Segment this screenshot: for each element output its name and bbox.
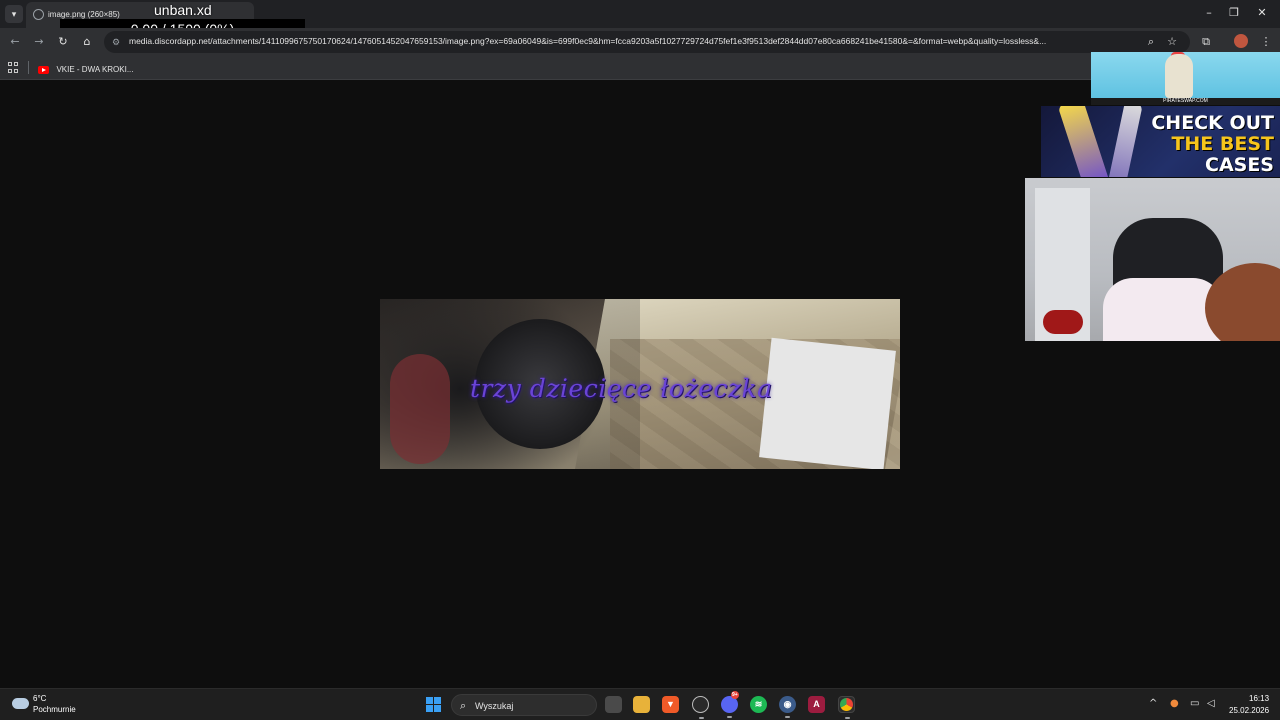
- taskbar: 6°C Pochmurnie ⌕ Wyszukaj ▼ 9+ ≋ ◉ A ^ ●…: [0, 688, 1280, 720]
- image-white-card: [759, 337, 896, 469]
- network-icon[interactable]: ▭: [1190, 698, 1199, 709]
- obs-icon[interactable]: ◉: [779, 696, 796, 718]
- clock-time[interactable]: 16:13: [1249, 694, 1269, 703]
- apps-grid-icon[interactable]: [8, 62, 19, 73]
- banner-line-3: CASES: [1205, 154, 1274, 176]
- webcam-microphone: [1043, 310, 1083, 334]
- bookmark-star-icon[interactable]: ☆: [1164, 34, 1180, 50]
- spotify-icon[interactable]: ≋: [750, 696, 767, 713]
- search-placeholder: Wyszukaj: [475, 701, 514, 711]
- ad-footer-text: PIRATESWAP.COM: [1091, 98, 1280, 105]
- clock-date[interactable]: 25.02.2026: [1229, 706, 1269, 715]
- bookmark-label: VKIE - DWA KROKI...: [56, 65, 134, 75]
- minimize-button[interactable]: –: [1197, 4, 1221, 22]
- browser-toolbar: ← → ↻ ⌂ ⚙ media.discordapp.net/attachmen…: [0, 28, 1280, 56]
- address-url: media.discordapp.net/attachments/1411099…: [129, 36, 1047, 46]
- stream-overlay-title: unban.xd: [154, 2, 212, 18]
- steam-icon[interactable]: [692, 696, 709, 719]
- tab-title: image.png (260×85): [48, 10, 120, 19]
- home-button[interactable]: ⌂: [78, 33, 96, 51]
- knife-graphic-2: [1107, 106, 1143, 177]
- globe-icon: [33, 9, 44, 20]
- bookmark-item[interactable]: VKIE - DWA KROKI...: [38, 61, 134, 75]
- knife-graphic: [1057, 106, 1111, 177]
- site-info-icon[interactable]: ⚙: [110, 36, 122, 48]
- cloud-icon[interactable]: [12, 698, 29, 709]
- discord-badge: 9+: [731, 691, 739, 699]
- menu-icon[interactable]: ⋮: [1258, 34, 1274, 50]
- reload-button[interactable]: ↻: [54, 33, 72, 51]
- extensions-icon[interactable]: ⧉: [1198, 34, 1214, 50]
- maximize-button[interactable]: ❐: [1222, 4, 1246, 22]
- search-icon: ⌕: [460, 699, 467, 712]
- tray-chevron-icon[interactable]: ^: [1149, 698, 1157, 709]
- microphone-icon[interactable]: ●: [1170, 698, 1179, 709]
- task-view-icon[interactable]: [605, 696, 622, 713]
- brave-icon[interactable]: ▼: [662, 696, 679, 713]
- pirateswap-ad: PIRATESWAP.COM: [1091, 52, 1280, 105]
- address-bar[interactable]: ⚙ media.discordapp.net/attachments/14110…: [104, 31, 1190, 53]
- volume-icon[interactable]: ◁: [1207, 698, 1215, 709]
- banner-line-1: CHECK OUT: [1151, 112, 1274, 134]
- image-caption: trzy dziecięce łożeczka: [470, 374, 773, 403]
- forward-button[interactable]: →: [30, 33, 48, 51]
- displayed-image[interactable]: trzy dziecięce łożeczka: [380, 299, 900, 469]
- chrome-icon[interactable]: [838, 696, 855, 719]
- image-red-shape: [390, 354, 450, 464]
- chicken-mascot: [1165, 54, 1193, 98]
- file-explorer-icon[interactable]: [633, 696, 650, 713]
- tab-search-icon[interactable]: ▾: [5, 5, 23, 23]
- cases-banner: CHECK OUT THE BEST CASES: [1041, 106, 1280, 177]
- webcam-feed: [1025, 178, 1280, 341]
- weather-temperature[interactable]: 6°C: [33, 694, 46, 703]
- bookmarks-bar: VKIE - DWA KROKI...: [0, 56, 1280, 80]
- bookmarks-divider: [28, 61, 29, 74]
- start-button[interactable]: [426, 697, 441, 712]
- close-button[interactable]: ✕: [1250, 4, 1274, 22]
- back-button[interactable]: ←: [6, 33, 24, 51]
- taskbar-search[interactable]: ⌕ Wyszukaj: [451, 694, 597, 716]
- zoom-icon[interactable]: ⌕: [1143, 34, 1159, 50]
- adobe-app-icon[interactable]: A: [808, 696, 825, 713]
- banner-line-2: THE BEST: [1171, 133, 1274, 155]
- profile-avatar[interactable]: [1234, 34, 1248, 48]
- discord-icon[interactable]: 9+: [721, 691, 739, 718]
- weather-description[interactable]: Pochmurnie: [33, 705, 76, 714]
- youtube-icon: [38, 65, 49, 74]
